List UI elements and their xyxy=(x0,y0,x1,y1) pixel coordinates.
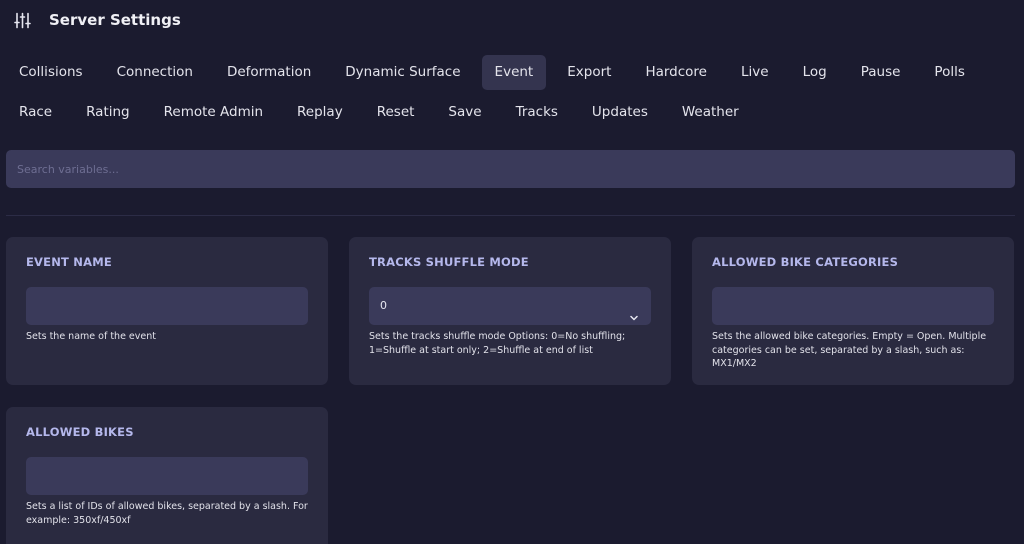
setting-description: Sets a list of IDs of allowed bikes, sep… xyxy=(26,501,308,526)
setting-label: EVENT NAME xyxy=(26,255,112,269)
tab-deformation[interactable]: Deformation xyxy=(214,55,324,90)
search-input[interactable] xyxy=(6,150,1015,188)
tracks-shuffle-mode-select[interactable]: 0 xyxy=(369,287,651,325)
select-value: 0 xyxy=(380,299,387,312)
tab-dynamic-surface[interactable]: Dynamic Surface xyxy=(332,55,473,90)
allowed-bikes-input[interactable] xyxy=(26,457,308,495)
tab-reset[interactable]: Reset xyxy=(364,95,428,130)
tab-remote-admin[interactable]: Remote Admin xyxy=(151,95,276,130)
setting-description: Sets the tracks shuffle mode Options: 0=… xyxy=(369,331,626,356)
setting-card-allowed-bikes: ALLOWED BIKES Sets a list of IDs of allo… xyxy=(6,407,328,544)
setting-label: ALLOWED BIKES xyxy=(26,425,134,439)
sliders-icon xyxy=(14,12,31,29)
tab-pause[interactable]: Pause xyxy=(848,55,914,90)
setting-description: Sets the allowed bike categories. Empty … xyxy=(712,331,987,369)
tab-log[interactable]: Log xyxy=(790,55,840,90)
tab-event[interactable]: Event xyxy=(481,55,547,90)
setting-label: ALLOWED BIKE CATEGORIES xyxy=(712,255,899,269)
tab-race[interactable]: Race xyxy=(6,95,65,130)
tab-hardcore[interactable]: Hardcore xyxy=(632,55,720,90)
setting-card-tracks-shuffle-mode: TRACKS SHUFFLE MODE 0 Sets the tracks sh… xyxy=(349,237,671,385)
tab-connection[interactable]: Connection xyxy=(104,55,206,90)
tab-updates[interactable]: Updates xyxy=(579,95,661,130)
category-tabs: Collisions Connection Deformation Dynami… xyxy=(6,55,1016,130)
setting-description: Sets the name of the event xyxy=(26,331,156,342)
divider xyxy=(6,215,1015,216)
tab-live[interactable]: Live xyxy=(728,55,782,90)
page-header: Server Settings xyxy=(14,8,181,32)
tab-export[interactable]: Export xyxy=(554,55,624,90)
tab-rating[interactable]: Rating xyxy=(73,95,143,130)
tab-replay[interactable]: Replay xyxy=(284,95,356,130)
tab-collisions[interactable]: Collisions xyxy=(6,55,96,90)
event-name-input[interactable] xyxy=(26,287,308,325)
tab-polls[interactable]: Polls xyxy=(921,55,977,90)
setting-card-event-name: EVENT NAME Sets the name of the event xyxy=(6,237,328,385)
setting-label: TRACKS SHUFFLE MODE xyxy=(369,255,529,269)
allowed-bike-categories-input[interactable] xyxy=(712,287,994,325)
tab-weather[interactable]: Weather xyxy=(669,95,752,130)
setting-card-allowed-bike-categories: ALLOWED BIKE CATEGORIES Sets the allowed… xyxy=(692,237,1014,385)
tab-save[interactable]: Save xyxy=(435,95,494,130)
tab-tracks[interactable]: Tracks xyxy=(503,95,571,130)
page-title: Server Settings xyxy=(49,11,181,29)
